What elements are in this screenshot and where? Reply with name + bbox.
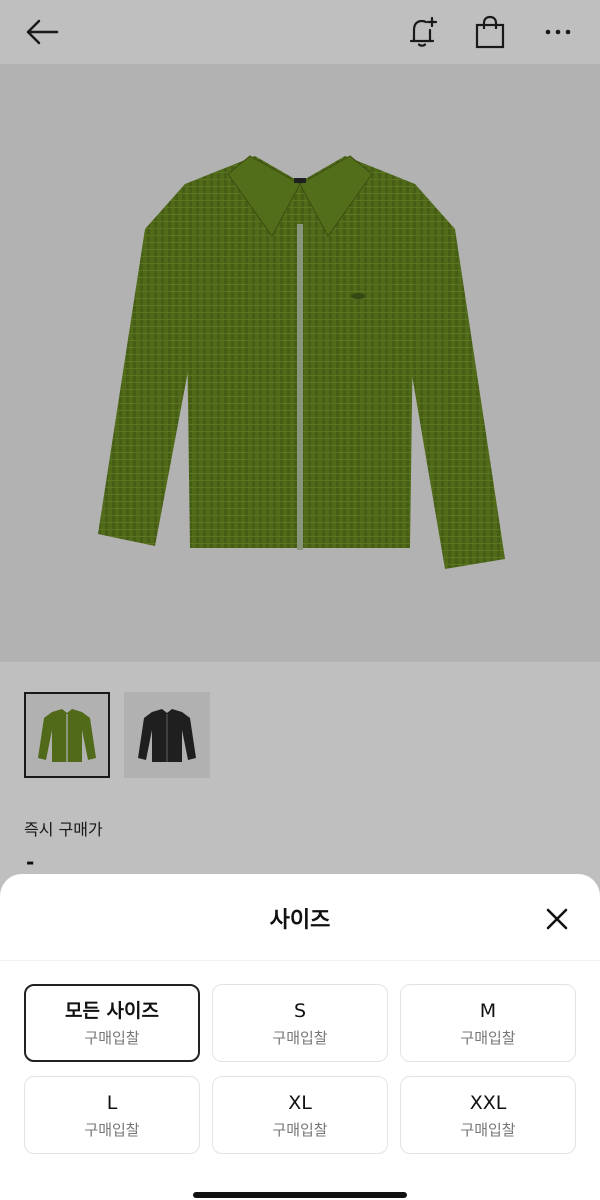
size-action: 구매입찰 <box>272 1120 328 1139</box>
size-action: 구매입찰 <box>84 1028 140 1047</box>
size-option-s[interactable]: S 구매입찰 <box>212 984 388 1062</box>
size-option-xxl[interactable]: XXL 구매입찰 <box>400 1076 576 1154</box>
close-icon <box>546 908 568 930</box>
size-action: 구매입찰 <box>272 1028 328 1047</box>
size-options-grid: 모든 사이즈 구매입찰 S 구매입찰 M 구매입찰 L 구매입찰 XL 구매입찰… <box>24 984 576 1154</box>
divider <box>0 960 600 961</box>
size-name: XL <box>288 1091 312 1114</box>
size-name: S <box>293 999 307 1022</box>
size-action: 구매입찰 <box>460 1028 516 1047</box>
size-name: M <box>479 999 497 1022</box>
size-option-all[interactable]: 모든 사이즈 구매입찰 <box>24 984 200 1062</box>
home-indicator <box>193 1192 407 1198</box>
size-action: 구매입찰 <box>460 1120 516 1139</box>
close-button[interactable] <box>540 902 574 936</box>
size-option-m[interactable]: M 구매입찰 <box>400 984 576 1062</box>
size-action: 구매입찰 <box>84 1120 140 1139</box>
size-name: XXL <box>469 1091 507 1114</box>
size-option-l[interactable]: L 구매입찰 <box>24 1076 200 1154</box>
size-bottom-sheet: 사이즈 모든 사이즈 구매입찰 S 구매입찰 M 구매입찰 L 구매입찰 XL … <box>0 874 600 1200</box>
size-option-xl[interactable]: XL 구매입찰 <box>212 1076 388 1154</box>
size-name: 모든 사이즈 <box>64 999 159 1022</box>
sheet-title: 사이즈 <box>269 908 331 933</box>
size-name: L <box>106 1091 118 1114</box>
